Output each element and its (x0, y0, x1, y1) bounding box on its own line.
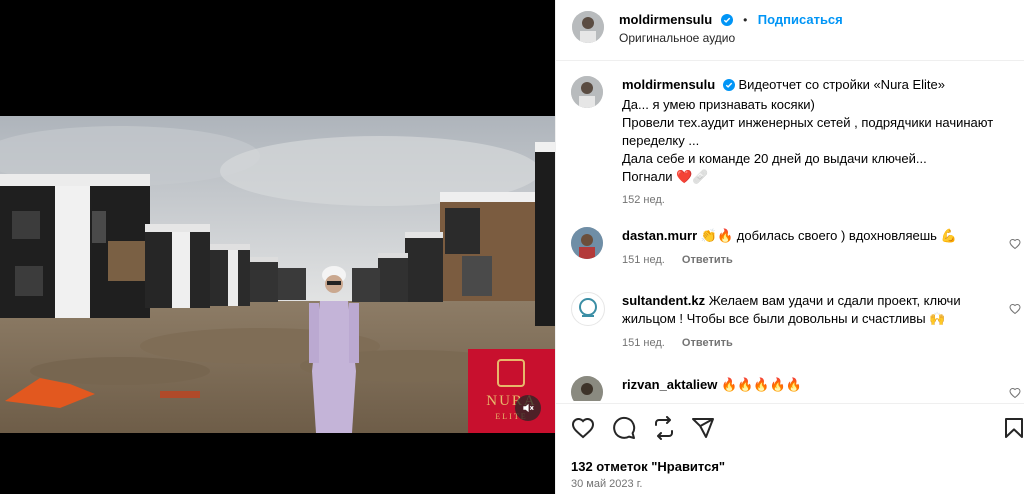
reply-button[interactable]: Ответить (682, 337, 733, 349)
comment-like-icon[interactable] (1009, 237, 1021, 255)
reply-button[interactable]: Ответить (682, 254, 733, 266)
commenter-avatar[interactable] (571, 292, 605, 326)
caption-line: Да... я умею признавать косяки) (622, 97, 815, 112)
author-username[interactable]: moldirmensulu (619, 12, 712, 27)
muted-speaker-icon (523, 403, 534, 413)
comment: sultandent.kz Желаем вам удачи и сдали п… (571, 292, 1021, 349)
post-media[interactable]: NURA ELITE (0, 0, 555, 494)
author-avatar[interactable] (572, 11, 604, 43)
video-frame (0, 116, 555, 433)
action-bar (571, 416, 1024, 444)
commenter-avatar[interactable] (571, 227, 603, 259)
caption-username[interactable]: moldirmensulu (622, 77, 715, 92)
comment-like-icon[interactable] (1009, 386, 1021, 401)
comment: rizvan_aktaliew 🔥🔥🔥🔥🔥 (571, 376, 1021, 401)
mute-button[interactable] (515, 395, 541, 421)
comment-time[interactable]: 151 нед. (622, 337, 665, 349)
brand-subtitle: ELITE (495, 412, 528, 421)
verified-badge-icon (720, 13, 733, 31)
comment-like-icon[interactable] (1009, 302, 1021, 320)
comment-username[interactable]: rizvan_aktaliew (622, 377, 717, 392)
heart-icon[interactable] (571, 416, 595, 445)
caption-time[interactable]: 152 нед. (622, 194, 665, 206)
comment-text: 🔥🔥🔥🔥🔥 (721, 377, 802, 392)
caption-line: Погнали ❤️🩹 (622, 169, 709, 184)
post-date[interactable]: 30 май 2023 г. (571, 478, 642, 490)
comment-username[interactable]: sultandent.kz (622, 293, 705, 308)
post-header: moldirmensulu • Подписаться Оригинальное… (571, 10, 1024, 50)
caption: moldirmensulu Видеотчет со стройки «Nura… (571, 76, 1005, 206)
author-avatar[interactable] (571, 76, 603, 108)
caption-line: Видеотчет со стройки «Nura Elite» (738, 77, 945, 92)
bookmark-icon[interactable] (1002, 416, 1024, 445)
comment-text: 👏🔥 добилась своего ) вдохновляешь 💪 (700, 228, 957, 243)
video-player[interactable]: NURA ELITE (0, 116, 555, 433)
caption-line: Провели тех.аудит инженерных сетей , под… (622, 115, 994, 148)
follow-button[interactable]: Подписаться (758, 12, 843, 27)
verified-badge-icon (722, 78, 735, 96)
brand-name: NURA (486, 393, 537, 409)
comments-list[interactable]: moldirmensulu Видеотчет со стройки «Nura… (556, 61, 1024, 401)
comment-time[interactable]: 151 нед. (622, 254, 665, 266)
audio-label[interactable]: Оригинальное аудио (619, 31, 735, 45)
commenter-avatar[interactable] (571, 376, 603, 401)
likes-count[interactable]: 132 отметок "Нравится" (571, 459, 725, 474)
comment: dastan.murr 👏🔥 добилась своего ) вдохнов… (571, 227, 1021, 266)
separator-dot: • (743, 13, 748, 27)
repost-icon[interactable] (652, 416, 676, 445)
actions-divider (556, 403, 1024, 404)
post-side-panel: moldirmensulu • Подписаться Оригинальное… (555, 0, 1024, 494)
caption-line: Дала себе и команде 20 дней до выдачи кл… (622, 151, 927, 166)
share-icon[interactable] (691, 416, 715, 445)
comment-username[interactable]: dastan.murr (622, 228, 697, 243)
comment-icon[interactable] (612, 416, 636, 445)
